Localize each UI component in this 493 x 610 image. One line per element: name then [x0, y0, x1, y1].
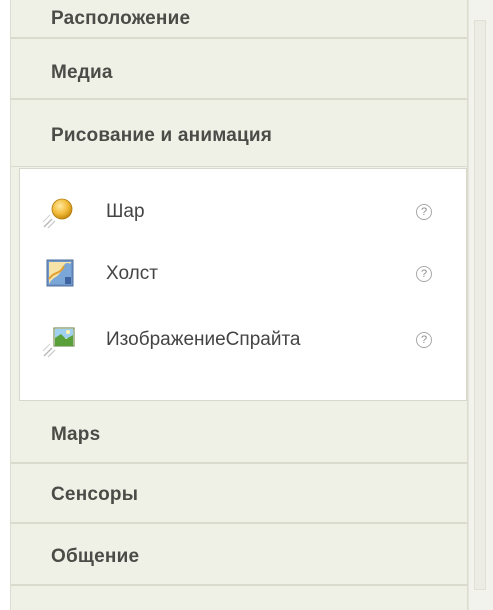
drawer-social-label: Общение [51, 546, 140, 567]
component-image-sprite-label: ИзображениеСпрайта [106, 329, 301, 350]
drawer-media[interactable]: Медиа [11, 40, 467, 100]
drawer-layout-label: Расположение [51, 8, 191, 29]
drawer-sensors-label: Сенсоры [51, 484, 139, 505]
drawer-drawing-animation[interactable]: Рисование и анимация [11, 101, 467, 167]
help-icon[interactable]: ? [416, 204, 432, 220]
component-palette: Расположение Медиа Рисование и анимация [10, 0, 468, 610]
drawer-maps-label: Maps [51, 424, 101, 445]
component-ball[interactable]: Шар ? [20, 189, 466, 233]
drawer-sensors[interactable]: Сенсоры [11, 464, 467, 524]
designer-page: Расположение Медиа Рисование и анимация [0, 0, 493, 610]
drawer-next-stub [11, 588, 467, 610]
image-sprite-icon [42, 323, 76, 358]
component-canvas[interactable]: Холст ? [20, 251, 466, 295]
scrollbar-track[interactable] [474, 20, 486, 590]
drawer-layout[interactable]: Расположение [11, 0, 467, 39]
component-ball-label: Шар [106, 201, 145, 222]
component-canvas-label: Холст [106, 263, 158, 284]
help-icon[interactable]: ? [416, 332, 432, 348]
drawer-social[interactable]: Общение [11, 526, 467, 586]
scrollbar[interactable] [468, 0, 493, 610]
drawer-drawing-animation-label: Рисование и анимация [51, 125, 273, 146]
drawer-maps[interactable]: Maps [11, 404, 467, 464]
left-gutter [0, 0, 10, 610]
drawing-animation-components: Шар ? Холст ? ИзображениеСпрайта ? [19, 168, 467, 401]
component-image-sprite[interactable]: ИзображениеСпрайта ? [20, 317, 466, 361]
canvas-icon [42, 257, 76, 291]
ball-icon [42, 195, 76, 229]
drawer-media-label: Медиа [51, 62, 113, 83]
help-icon[interactable]: ? [416, 266, 432, 282]
